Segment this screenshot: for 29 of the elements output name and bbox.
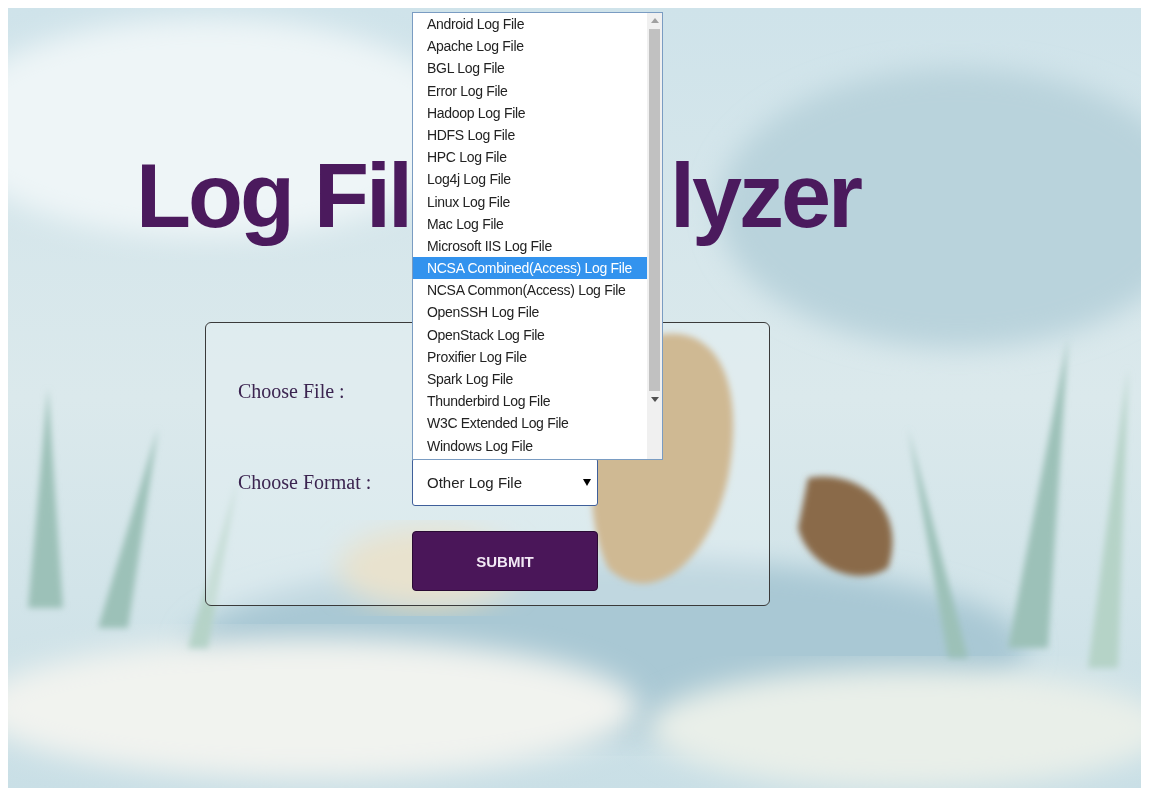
scrollbar-thumb[interactable] [649,29,660,391]
dropdown-option[interactable]: W3C Extended Log File [413,412,647,435]
dropdown-option[interactable]: Windows Log File [413,434,647,457]
dropdown-option[interactable]: NCSA Common(Access) Log File [413,279,647,302]
submit-button[interactable]: SUBMIT [412,531,598,591]
dropdown-option[interactable]: Error Log File [413,79,647,102]
dropdown-option[interactable]: OpenSSH Log File [413,301,647,324]
dropdown-option[interactable]: Linux Log File [413,190,647,213]
field-label: Choose Format : [238,470,373,494]
dropdown-option[interactable]: BGL Log File [413,57,647,80]
dropdown-option[interactable]: Spark Log File [413,368,647,391]
dropdown-option[interactable]: Mac Log File [413,212,647,235]
page-title: Log Fil [136,145,408,248]
scroll-down-icon[interactable] [650,396,659,402]
dropdown-option[interactable]: Hadoop Log File [413,101,647,124]
dropdown-option[interactable]: Proxifier Log File [413,345,647,368]
format-dropdown[interactable]: Other Log File [412,458,598,506]
dropdown-option[interactable]: Log4j Log File [413,168,647,191]
dropdown-option[interactable]: Thunderbird Log File [413,390,647,413]
scroll-up-icon[interactable] [650,18,659,24]
dropdown-option[interactable]: OpenStack Log File [413,323,647,346]
dropdown-option[interactable]: HDFS Log File [413,123,647,147]
dropdown-option[interactable]: HPC Log File [413,146,647,169]
page-title: lyzer [670,145,861,248]
dropdown-option[interactable]: Android Log File [413,13,647,36]
field-label: Choose File : [238,379,346,403]
dropdown-option[interactable]: Microsoft IIS Log File [413,234,647,258]
dropdown-option[interactable]: Apache Log File [413,35,647,58]
scrollbar[interactable] [647,13,662,459]
